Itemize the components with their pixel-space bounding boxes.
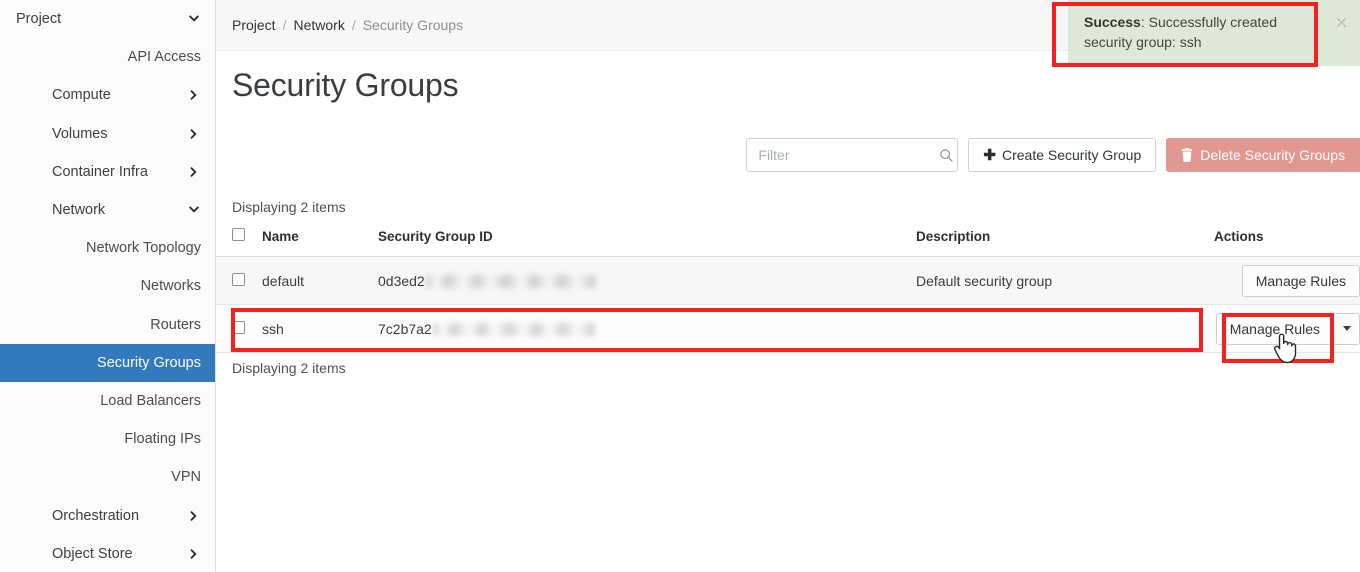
security-group-id-redacted <box>433 323 595 336</box>
chevron-right-icon <box>187 127 201 141</box>
delete-security-groups-label: Delete Security Groups <box>1200 147 1345 163</box>
sidebar-item-floating-ips[interactable]: Floating IPs <box>0 420 215 458</box>
sidebar-item-label: Network Topology <box>86 240 201 256</box>
sidebar-item-label: Floating IPs <box>124 431 201 447</box>
sidebar-item-label: API Access <box>128 49 201 65</box>
row-checkbox[interactable] <box>232 321 245 334</box>
column-header-security-group-id[interactable]: Security Group ID <box>378 222 916 257</box>
cell-name: default <box>262 257 378 305</box>
sidebar-item-api-access[interactable]: API Access <box>0 38 215 76</box>
sidebar-item-label: VPN <box>171 469 201 485</box>
cell-description <box>916 305 1214 353</box>
sidebar-item-label: Container Infra <box>16 164 160 180</box>
column-header-name[interactable]: Name <box>262 222 378 257</box>
security-group-id-redacted <box>426 275 596 288</box>
security-groups-table-container: Displaying 2 items Name Security Group I… <box>216 192 1360 383</box>
breadcrumb-separator: / <box>352 17 356 33</box>
cell-actions: Manage Rules <box>1214 305 1360 353</box>
sidebar-item-object-store[interactable]: Object Store <box>0 535 215 572</box>
breadcrumb-item-security-groups: Security Groups <box>363 17 463 33</box>
select-all-checkbox[interactable] <box>232 228 245 241</box>
table-toolbar: ✚ Create Security Group Delete Security … <box>216 130 1360 180</box>
row-select-cell <box>216 305 262 353</box>
table-header: Name Security Group ID Description Actio… <box>216 222 1360 257</box>
breadcrumb-item-project[interactable]: Project <box>232 17 276 33</box>
cell-security-group-id: 7c2b7a2 <box>378 305 916 353</box>
security-group-id-visible: 0d3ed2 <box>378 273 425 289</box>
sidebar-item-routers[interactable]: Routers <box>0 306 215 344</box>
success-alert: Success: Successfully created security g… <box>1068 0 1360 66</box>
sidebar-item-network-topology[interactable]: Network Topology <box>0 229 215 267</box>
manage-rules-button[interactable]: Manage Rules <box>1216 313 1334 345</box>
sidebar-item-label: Object Store <box>16 546 145 562</box>
sidebar-item-security-groups[interactable]: Security Groups <box>0 344 215 382</box>
chevron-right-icon <box>187 165 201 179</box>
alert-separator: : <box>1141 14 1149 30</box>
security-groups-table: Name Security Group ID Description Actio… <box>216 222 1360 353</box>
column-header-description[interactable]: Description <box>916 222 1214 257</box>
table-header-row: Name Security Group ID Description Actio… <box>216 222 1360 257</box>
item-count-top: Displaying 2 items <box>216 192 1360 222</box>
table-body: default 0d3ed2 Default security group Ma… <box>216 257 1360 353</box>
sidebar-item-label: Load Balancers <box>100 393 201 409</box>
row-select-cell <box>216 257 262 305</box>
dashboard-page: Project API Access Compute Volumes <box>0 0 1360 572</box>
sidebar-item-load-balancers[interactable]: Load Balancers <box>0 382 215 420</box>
trash-icon <box>1181 148 1193 162</box>
sidebar-item-label: Routers <box>150 317 201 333</box>
sidebar-item-label: Volumes <box>16 126 120 142</box>
security-group-id-visible: 7c2b7a2 <box>378 321 432 337</box>
item-count-bottom: Displaying 2 items <box>216 353 1360 383</box>
sidebar-item-container-infra[interactable]: Container Infra <box>0 153 215 191</box>
breadcrumb-item-network[interactable]: Network <box>293 17 344 33</box>
sidebar-item-label: Network <box>16 202 117 218</box>
manage-rules-button[interactable]: Manage Rules <box>1242 265 1360 297</box>
breadcrumb-separator: / <box>283 17 287 33</box>
alert-message: Success: Successfully created security g… <box>1084 12 1329 53</box>
create-security-group-button[interactable]: ✚ Create Security Group <box>968 138 1156 172</box>
sidebar-item-orchestration[interactable]: Orchestration <box>0 496 215 534</box>
search-input[interactable] <box>758 147 939 163</box>
sidebar-item-compute[interactable]: Compute <box>0 76 215 114</box>
sidebar-item-volumes[interactable]: Volumes <box>0 115 215 153</box>
column-header-actions: Actions <box>1214 222 1360 257</box>
cell-description: Default security group <box>916 257 1214 305</box>
table-row[interactable]: default 0d3ed2 Default security group Ma… <box>216 257 1360 305</box>
alert-level-label: Success <box>1084 14 1141 30</box>
create-security-group-label: Create Security Group <box>1002 147 1141 163</box>
chevron-right-icon <box>187 509 201 523</box>
sidebar-header-project[interactable]: Project <box>0 0 215 38</box>
caret-down-icon[interactable] <box>1334 313 1360 345</box>
cell-actions: Manage Rules <box>1214 257 1360 305</box>
sidebar-item-label: Networks <box>141 278 201 294</box>
chevron-down-icon <box>187 203 201 217</box>
chevron-right-icon <box>187 88 201 102</box>
sidebar-item-network[interactable]: Network <box>0 191 215 229</box>
chevron-down-icon <box>187 12 201 26</box>
sidebar-item-vpn[interactable]: VPN <box>0 458 215 496</box>
delete-security-groups-button[interactable]: Delete Security Groups <box>1166 138 1360 172</box>
sidebar-item-label: Orchestration <box>16 508 151 524</box>
sidebar-navigation: Project API Access Compute Volumes <box>0 0 216 572</box>
chevron-right-icon <box>187 547 201 561</box>
table-row[interactable]: ssh 7c2b7a2 Manage Rules <box>216 305 1360 353</box>
select-all-header <box>216 222 262 257</box>
plus-icon: ✚ <box>983 148 996 163</box>
row-checkbox[interactable] <box>232 273 245 286</box>
sidebar-item-label: Security Groups <box>97 355 201 371</box>
sidebar-item-label: Compute <box>16 87 123 103</box>
sidebar-header-label: Project <box>16 11 61 27</box>
close-icon[interactable]: × <box>1329 12 1354 34</box>
sidebar-item-networks[interactable]: Networks <box>0 267 215 305</box>
search-icon[interactable] <box>939 148 954 163</box>
cell-security-group-id: 0d3ed2 <box>378 257 916 305</box>
cell-name: ssh <box>262 305 378 353</box>
main-content: Project / Network / Security Groups Secu… <box>216 0 1360 572</box>
filter-field[interactable] <box>746 138 958 172</box>
